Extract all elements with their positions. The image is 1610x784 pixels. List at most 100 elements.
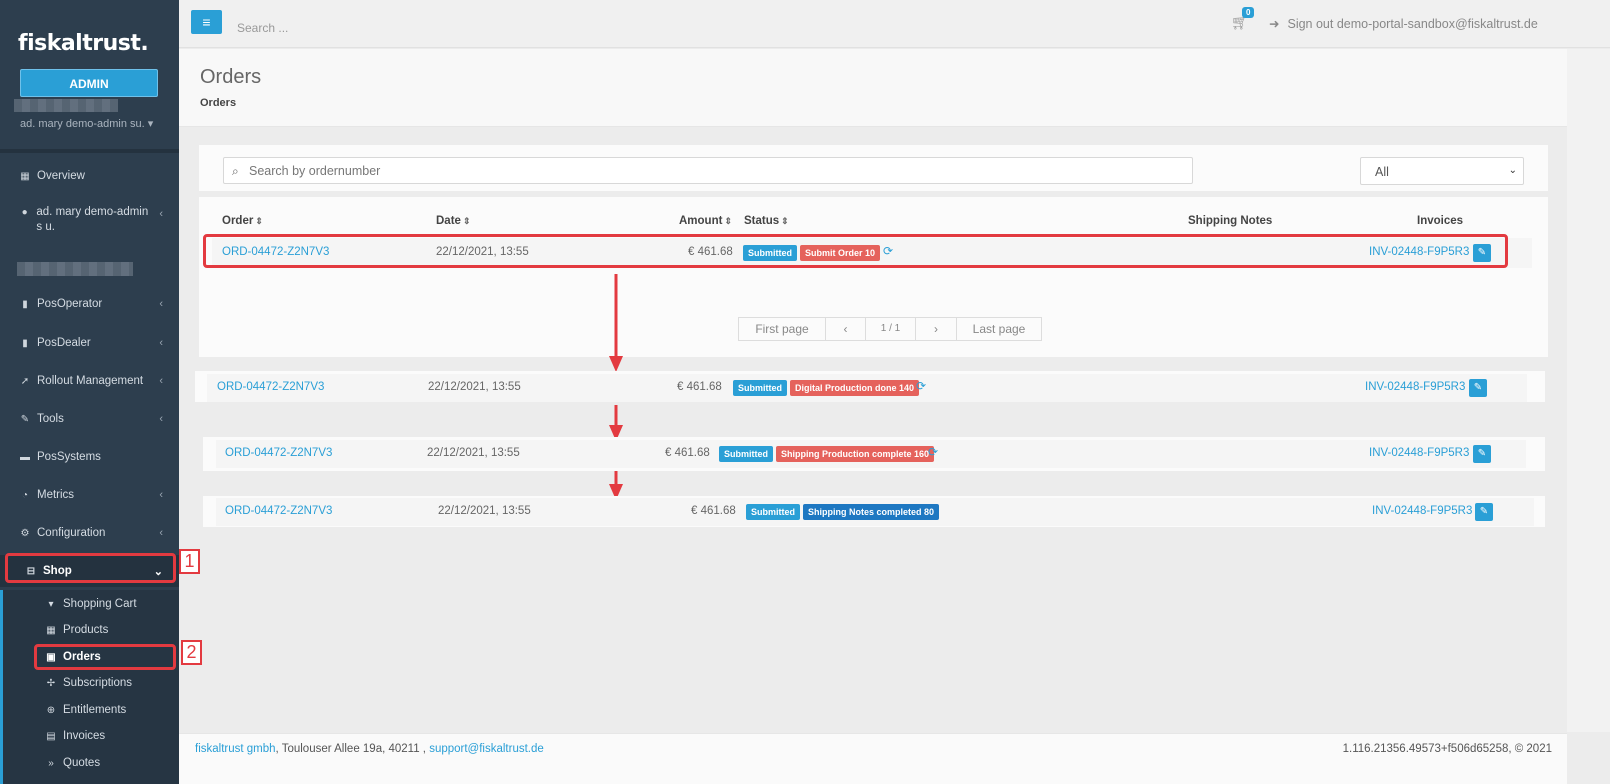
- gears-icon: ⚙: [20, 527, 30, 539]
- highlight-shop: [5, 553, 176, 583]
- user-icon: ●: [21, 207, 28, 218]
- admin-button[interactable]: ADMIN: [20, 69, 158, 97]
- table-row: ORD-04472-Z2N7V3 22/12/2021, 13:55 € 461…: [216, 498, 1534, 526]
- sidebar-item-rollout-management[interactable]: ➚ Rollout Management ‹: [0, 369, 179, 393]
- status-filter-value: All: [1375, 165, 1389, 179]
- chevron-left-icon: ‹: [159, 413, 163, 425]
- calculator-icon: ▦: [46, 624, 56, 636]
- pagination-first[interactable]: First page: [738, 317, 826, 341]
- pagination-last[interactable]: Last page: [956, 317, 1042, 341]
- sidebar-item-label: PosSystems: [37, 451, 101, 463]
- sidebar-item-possystems[interactable]: ▬ PosSystems: [0, 445, 179, 469]
- footer: fiskaltrust gmbh, Toulouser Allee 19a, 4…: [179, 733, 1567, 784]
- column-header-label: Order: [222, 215, 254, 227]
- global-search-input[interactable]: [237, 18, 537, 38]
- scrollbar-track[interactable]: [1567, 49, 1610, 732]
- sidebar-item-label: ad. mary demo-admin s u.: [36, 206, 149, 233]
- sidebar-item-label: Configuration: [37, 527, 106, 539]
- sidebar-item-posoperator[interactable]: ▮ PosOperator ‹: [0, 292, 179, 316]
- user-selector[interactable]: ad. mary demo-admin su. ▾: [20, 117, 153, 130]
- edit-button[interactable]: ✎: [1473, 445, 1491, 463]
- briefcase-icon: ▬: [20, 451, 30, 463]
- breadcrumb: Orders: [200, 97, 237, 109]
- sidebar-item-posdealer[interactable]: ▮ PosDealer ‹: [0, 331, 179, 355]
- invoice-link[interactable]: INV-02448-F9P5R3: [1365, 381, 1465, 393]
- quote-icon: »: [48, 757, 54, 769]
- sort-icon: ⇕: [462, 216, 471, 226]
- redacted-text: [14, 99, 118, 112]
- cart-count-badge: 0: [1242, 7, 1255, 18]
- order-date: 22/12/2021, 13:55: [428, 381, 521, 393]
- sidebar-item-products[interactable]: ▦ Products: [0, 619, 179, 641]
- redacted-text: [17, 262, 133, 276]
- sidebar-item-quotes[interactable]: » Quotes: [0, 752, 179, 774]
- sidebar-item-entitlements[interactable]: ⊕ Entitlements: [0, 699, 179, 721]
- sidebar-item-metrics[interactable]: ◔ Metrics ‹: [0, 483, 179, 507]
- stage-badge: Shipping Notes completed 80: [803, 504, 940, 520]
- down-arrow: [609, 274, 623, 372]
- building-icon: ▮: [22, 337, 28, 349]
- refresh-icon[interactable]: ⟳: [928, 445, 938, 459]
- sidebar-item-configuration[interactable]: ⚙ Configuration ‹: [0, 521, 179, 545]
- step-1-marker: 1: [179, 549, 200, 574]
- pencil-icon: ✎: [1477, 448, 1487, 459]
- sidebar-item-subscriptions[interactable]: ✢ Subscriptions: [0, 672, 179, 694]
- menu-toggle-button[interactable]: ≡: [191, 10, 222, 34]
- pagination-next[interactable]: ›: [915, 317, 957, 341]
- sidebar-item-user[interactable]: ● ad. mary demo-admin s u. ‹: [0, 205, 179, 241]
- edit-button[interactable]: ✎: [1469, 379, 1487, 397]
- column-header-amount[interactable]: Amount ⇕: [679, 215, 732, 227]
- edit-button[interactable]: ✎: [1475, 503, 1493, 521]
- sidebar-item-shopping-cart[interactable]: ▾ Shopping Cart: [0, 593, 179, 615]
- sidebar-item-label: Overview: [37, 170, 85, 182]
- chevron-left-icon: ‹: [159, 337, 163, 349]
- column-header-order[interactable]: Order ⇕: [222, 215, 263, 227]
- step-2-marker: 2: [181, 640, 202, 665]
- dashboard-icon: ▦: [20, 170, 30, 182]
- status-badge: Submitted: [719, 446, 773, 462]
- order-search-box[interactable]: ⌕: [223, 157, 1193, 184]
- sort-icon: ⇕: [724, 216, 732, 226]
- order-number-link[interactable]: ORD-04472-Z2N7V3: [217, 381, 324, 393]
- sidebar-item-overview[interactable]: ▦ Overview: [0, 164, 179, 188]
- sidebar-item-label: Subscriptions: [63, 677, 133, 689]
- cart-icon: ▾: [48, 598, 54, 610]
- pagination-prev[interactable]: ‹: [825, 317, 866, 341]
- pie-chart-icon: ◔: [21, 489, 29, 501]
- search-icon: ⌕: [232, 164, 239, 178]
- hamburger-icon: ≡: [202, 14, 211, 30]
- caret-down-icon: ▾: [147, 118, 154, 130]
- version-info: 1.116.21356.49573+f506d65258, © 2021: [1342, 743, 1552, 755]
- sign-out-link[interactable]: ➜ Sign out demo-portal-sandbox@fiskaltrus…: [1269, 16, 1538, 31]
- table-row: ORD-04472-Z2N7V3 22/12/2021, 13:55 € 461…: [207, 374, 1527, 402]
- sidebar-item-label: Entitlements: [63, 704, 127, 716]
- circle-arrow-icon: ⊕: [46, 704, 56, 716]
- sidebar-item-invoices[interactable]: ▤ Invoices: [0, 725, 179, 747]
- order-search-input[interactable]: [249, 162, 1149, 180]
- sort-icon: ⇕: [781, 216, 789, 226]
- company-address: , Toulouser Allee 19a, 40211 ,: [275, 743, 430, 755]
- company-link[interactable]: fiskaltrust gmbh: [195, 743, 276, 755]
- column-header-date[interactable]: Date ⇕: [436, 215, 470, 227]
- order-number-link[interactable]: ORD-04472-Z2N7V3: [225, 447, 332, 459]
- sidebar-item-tools[interactable]: ✎ Tools ‹: [0, 407, 179, 431]
- order-date: 22/12/2021, 13:55: [427, 447, 520, 459]
- column-header-status[interactable]: Status ⇕: [744, 215, 789, 227]
- order-date: 22/12/2021, 13:55: [438, 505, 531, 517]
- fiskaltrust-logo[interactable]: fiskaltrust.: [18, 31, 149, 56]
- support-email-link[interactable]: support@fiskaltrust.de: [429, 743, 544, 755]
- order-number-link[interactable]: ORD-04472-Z2N7V3: [225, 505, 332, 517]
- invoice-link[interactable]: INV-02448-F9P5R3: [1372, 505, 1472, 517]
- refresh-icon[interactable]: ⟳: [916, 379, 926, 393]
- invoice-link[interactable]: INV-02448-F9P5R3: [1369, 447, 1469, 459]
- highlight-orders: [34, 644, 176, 670]
- status-filter-select[interactable]: All ⌄: [1360, 157, 1524, 185]
- pushpin-icon: ✢: [46, 677, 56, 689]
- status-badge: Submitted: [746, 504, 800, 520]
- sort-icon: ⇕: [255, 216, 263, 226]
- sidebar-item-label: Invoices: [63, 730, 106, 742]
- file-icon: ▤: [46, 730, 56, 742]
- rocket-icon: ➚: [20, 375, 30, 387]
- sidebar-divider: [0, 149, 179, 153]
- chevron-down-icon: ⌄: [1508, 165, 1517, 176]
